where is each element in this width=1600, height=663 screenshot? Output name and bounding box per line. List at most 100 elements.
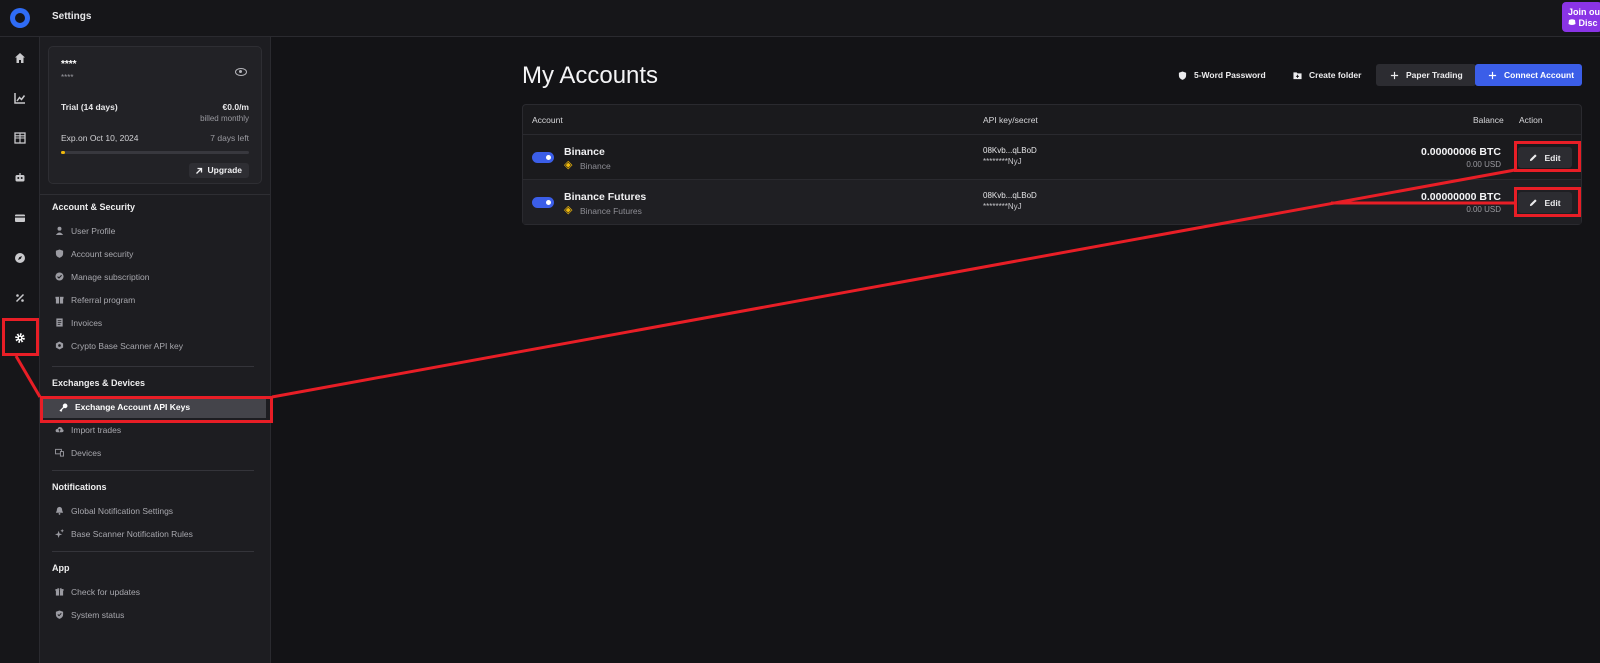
sidebar-item-global-notifications[interactable]: Global Notification Settings <box>54 502 264 519</box>
wallet-icon[interactable] <box>12 210 28 226</box>
sidebar-item-check-updates[interactable]: Check for updates <box>54 583 264 600</box>
api-key: 08Kvb...qLBoD <box>983 146 1037 155</box>
grid-icon[interactable] <box>12 130 28 146</box>
sidebar-item-label: Check for updates <box>71 586 140 597</box>
app-root: Settings Join our Disc **** **** Trial (… <box>0 0 1600 663</box>
paper-trading-label: Paper Trading <box>1406 70 1463 80</box>
sidebar-item-label: Manage subscription <box>71 271 150 282</box>
days-left: 7 days left <box>210 133 249 143</box>
receipt-icon <box>54 318 64 328</box>
discord-icon <box>1568 19 1576 25</box>
exchange-label: ◈ Binance Futures <box>564 205 642 216</box>
sidebar-item-system-status[interactable]: System status <box>54 606 264 623</box>
table-row[interactable]: Binance ◈ Binance 08Kvb...qLBoD ********… <box>523 134 1581 179</box>
trial-progress-fill <box>61 151 65 154</box>
section-title-account-security: Account & Security <box>52 202 136 212</box>
billing-period: billed monthly <box>200 114 249 123</box>
shield-icon <box>1178 70 1187 80</box>
sidebar-item-label: Referral program <box>71 294 136 305</box>
expiry-date: Exp.on Oct 10, 2024 <box>61 133 139 143</box>
connect-account-label: Connect Account <box>1504 70 1575 80</box>
gear-icon[interactable] <box>12 330 28 346</box>
sidebar-item-label: Account security <box>71 248 134 259</box>
sidebar-item-label: Crypto Base Scanner API key <box>71 340 183 351</box>
api-secret: ********NyJ <box>983 202 1022 211</box>
sidebar-item-exchange-api-keys[interactable]: Exchange Account API Keys <box>42 396 266 418</box>
sidebar-item-manage-subscription[interactable]: Manage subscription <box>54 268 264 285</box>
column-header-action: Action <box>1519 115 1543 125</box>
sidebar-item-user-profile[interactable]: User Profile <box>54 222 264 239</box>
chart-icon[interactable] <box>12 90 28 106</box>
sidebar-item-api-key[interactable]: Crypto Base Scanner API key <box>54 337 264 354</box>
section-title-notifications: Notifications <box>52 482 107 492</box>
shield-check-icon <box>54 610 64 620</box>
compass-icon[interactable] <box>12 250 28 266</box>
sidebar-item-devices[interactable]: Devices <box>54 444 264 461</box>
arrow-up-right-icon <box>195 167 202 174</box>
page-heading: My Accounts <box>522 62 659 89</box>
edit-button[interactable]: Edit <box>1518 192 1572 213</box>
eye-icon[interactable] <box>235 68 247 76</box>
balance-usd: 0.00 USD <box>1466 160 1501 169</box>
edit-label: Edit <box>1544 197 1561 208</box>
sidebar-item-label: Base Scanner Notification Rules <box>71 528 193 539</box>
app-logo-icon[interactable] <box>10 8 30 28</box>
plan-price: €0.0/m <box>222 102 249 112</box>
devices-icon <box>54 448 64 458</box>
five-word-password-label: 5-Word Password <box>1194 70 1266 80</box>
exchange-name: Binance <box>580 160 611 171</box>
sidebar-item-label: Global Notification Settings <box>71 505 174 516</box>
check-badge-icon <box>54 272 64 282</box>
column-header-balance: Balance <box>1473 115 1504 125</box>
subscription-card: **** **** Trial (14 days) €0.0/m billed … <box>48 46 262 184</box>
sidebar-item-label: Devices <box>71 447 102 458</box>
gift-box-icon <box>54 295 64 305</box>
exchange-name: Binance Futures <box>580 205 642 216</box>
gift-icon <box>54 587 64 597</box>
api-key: 08Kvb...qLBoD <box>983 191 1037 200</box>
api-secret: ********NyJ <box>983 157 1022 166</box>
column-header-api: API key/secret <box>983 115 1038 125</box>
folder-plus-icon <box>1293 71 1302 79</box>
sidebar-item-referral-program[interactable]: Referral program <box>54 291 264 308</box>
sidebar-divider <box>40 194 270 195</box>
sidebar-item-account-security[interactable]: Account security <box>54 245 264 262</box>
exchange-label: ◈ Binance <box>564 160 611 171</box>
account-name: Binance Futures <box>564 191 647 203</box>
section-title-app: App <box>52 563 70 573</box>
column-header-account: Account <box>532 115 563 125</box>
connect-account-button[interactable]: Connect Account <box>1475 64 1582 86</box>
bot-icon[interactable] <box>12 170 28 186</box>
join-discord-button[interactable]: Join our Disc <box>1562 2 1600 32</box>
sidebar-separator <box>52 470 254 471</box>
account-enabled-toggle[interactable] <box>532 197 554 208</box>
sidebar-item-notification-rules[interactable]: Base Scanner Notification Rules <box>54 525 264 542</box>
home-icon[interactable] <box>12 50 28 66</box>
edit-button[interactable]: Edit <box>1518 147 1572 168</box>
sidebar-item-invoices[interactable]: Invoices <box>54 314 264 331</box>
sidebar-item-label: User Profile <box>71 225 116 236</box>
account-enabled-toggle[interactable] <box>532 152 554 163</box>
sidebar-separator <box>52 551 254 552</box>
upgrade-button[interactable]: Upgrade <box>188 163 249 178</box>
balance-btc: 0.00000000 BTC <box>1421 191 1501 203</box>
paper-trading-button[interactable]: Paper Trading <box>1376 64 1476 86</box>
shield-icon <box>54 249 64 259</box>
sidebar-separator <box>52 366 254 367</box>
five-word-password-button[interactable]: 5-Word Password <box>1178 64 1266 86</box>
table-row[interactable]: Binance Futures ◈ Binance Futures 08Kvb.… <box>523 179 1581 224</box>
sidebar-item-import-trades[interactable]: Import trades <box>54 421 264 438</box>
plan-name: Trial (14 days) <box>61 102 118 112</box>
user-icon <box>54 226 64 236</box>
balance-btc: 0.00000006 BTC <box>1421 146 1501 158</box>
user-name: **** <box>61 59 77 70</box>
settings-sidebar: **** **** Trial (14 days) €0.0/m billed … <box>40 37 271 663</box>
create-folder-button[interactable]: Create folder <box>1293 64 1361 86</box>
pencil-icon <box>1530 154 1538 162</box>
discord-label-line2: Disc <box>1568 18 1598 29</box>
pencil-icon <box>1530 199 1538 207</box>
account-name: Binance <box>564 146 605 158</box>
page-title: Settings <box>52 11 92 22</box>
balance-usd: 0.00 USD <box>1466 205 1501 214</box>
percent-icon[interactable] <box>12 290 28 306</box>
